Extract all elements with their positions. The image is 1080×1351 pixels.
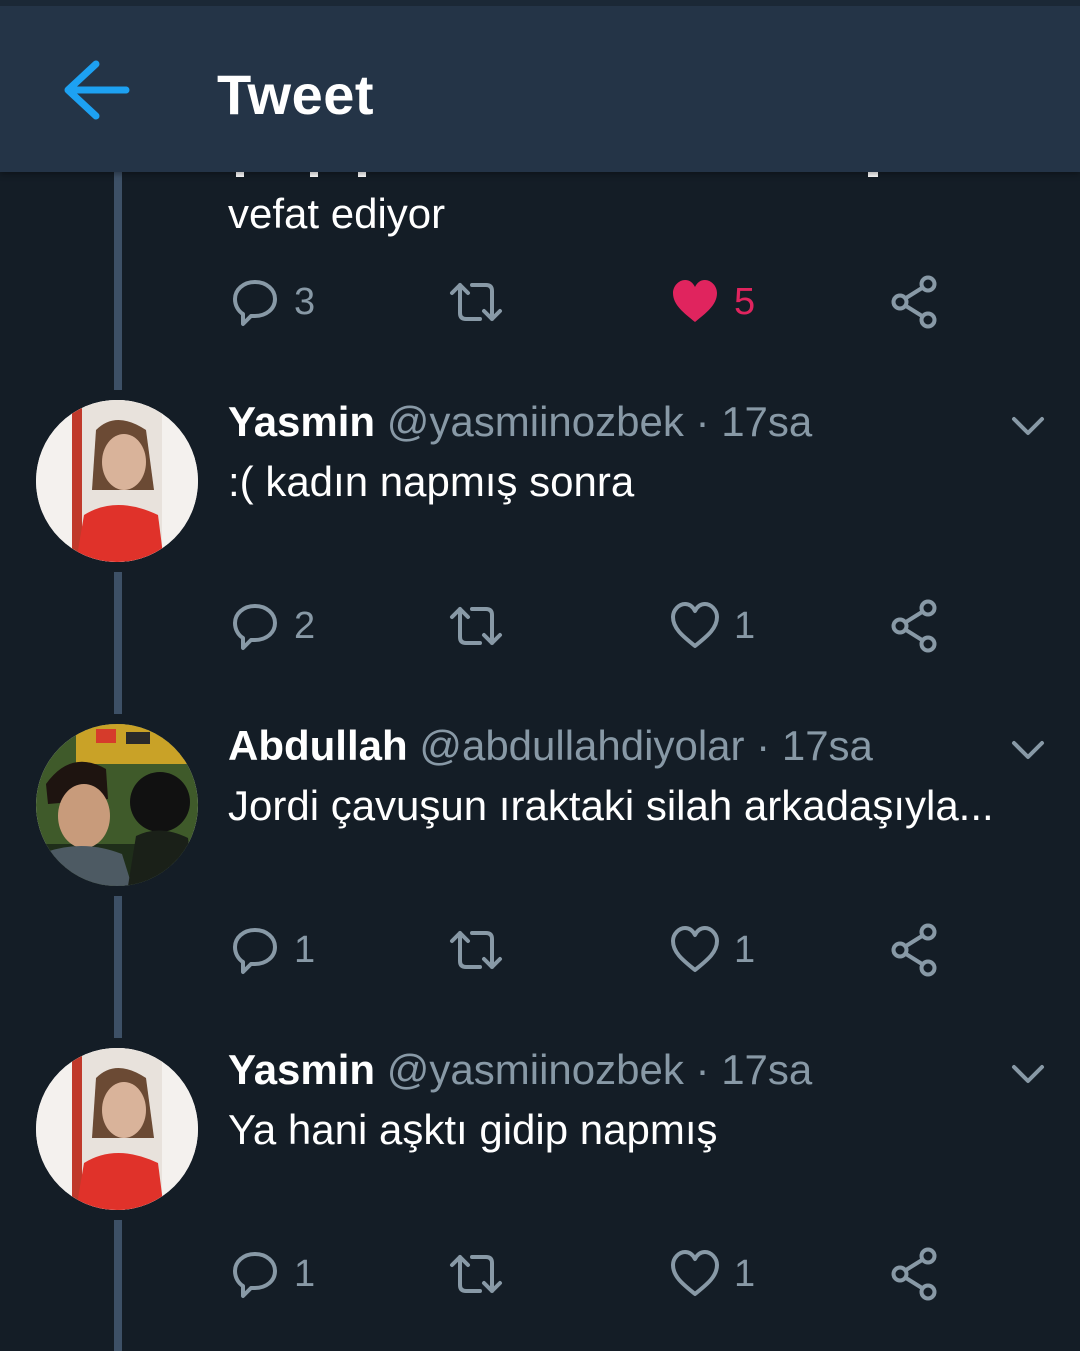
like-button[interactable]: 1 [670, 920, 755, 980]
display-name[interactable]: Yasmin [228, 398, 375, 445]
heart-outline-icon [671, 926, 719, 972]
tweet-text: Ya hani aşktı gidip napmış [228, 1106, 718, 1153]
like-count: 1 [734, 928, 756, 971]
thread-line [114, 572, 122, 714]
retweet-icon [450, 1255, 502, 1293]
separator-dot: · [695, 398, 710, 445]
like-count: 5 [734, 280, 756, 323]
tweet-text: vefat ediyor [228, 190, 446, 237]
username[interactable]: @yasmiinozbek [387, 1046, 684, 1093]
separator-dot: · [756, 722, 771, 769]
tweet-text: Jordi çavuşun ıraktaki silah arkadaşıyla… [228, 782, 994, 829]
reply-icon [233, 280, 277, 326]
heart-outline-icon [671, 602, 719, 648]
tweet-text: :( kadın napmış sonra [228, 458, 635, 505]
timestamp: 17sa [721, 1046, 813, 1093]
retweet-button[interactable] [446, 272, 506, 332]
reply-count: 2 [294, 604, 316, 647]
retweet-button[interactable] [446, 596, 506, 656]
timestamp: 17sa [781, 722, 873, 769]
timestamp: 17sa [721, 398, 813, 445]
chevron-down-icon[interactable] [1008, 411, 1048, 441]
like-button[interactable]: 1 [670, 1244, 755, 1304]
heart-outline-icon [671, 1250, 719, 1296]
reply-count: 3 [294, 280, 316, 323]
avatar[interactable] [36, 1048, 198, 1210]
avatar[interactable] [36, 724, 198, 886]
reply-icon [233, 604, 277, 650]
thread-line [114, 1220, 122, 1351]
chevron-down-icon[interactable] [1008, 735, 1048, 765]
reply-count: 1 [294, 928, 316, 971]
page-title: Tweet [217, 63, 375, 126]
avatar[interactable] [36, 400, 198, 562]
share-icon [891, 1247, 937, 1301]
reply-button[interactable]: 2 [230, 596, 315, 656]
username[interactable]: @abdullahdiyolar [419, 722, 744, 769]
reply-button[interactable]: 3 [230, 272, 315, 332]
reply-icon [233, 1252, 277, 1298]
back-arrow-icon[interactable] [56, 56, 136, 136]
share-button[interactable] [890, 596, 940, 656]
separator-dot: · [695, 1046, 710, 1093]
tweet-meta: Abdullah @abdullahdiyolar · 17sa [228, 722, 873, 770]
thread-line [114, 172, 122, 390]
like-count: 1 [734, 604, 756, 647]
heart-filled-icon [673, 280, 717, 322]
username[interactable]: @yasmiinozbek [387, 398, 684, 445]
display-name[interactable]: Abdullah [228, 722, 408, 769]
share-button[interactable] [890, 1244, 940, 1304]
display-name[interactable]: Yasmin [228, 1046, 375, 1093]
retweet-icon [450, 607, 502, 645]
share-button[interactable] [890, 272, 940, 332]
share-icon [891, 923, 937, 977]
retweet-icon [450, 283, 502, 321]
share-icon [891, 275, 937, 329]
retweet-button[interactable] [446, 1244, 506, 1304]
like-count: 1 [734, 1252, 756, 1295]
reply-icon [233, 928, 277, 974]
thread-line [114, 896, 122, 1038]
top-bar: Tweet [0, 0, 1080, 172]
tweet-meta: Yasmin @yasmiinozbek · 17sa [228, 1046, 812, 1094]
chevron-down-icon[interactable] [1008, 1059, 1048, 1089]
tweet-meta: Yasmin @yasmiinozbek · 17sa [228, 398, 812, 446]
retweet-button[interactable] [446, 920, 506, 980]
reply-count: 1 [294, 1252, 316, 1295]
like-button[interactable]: 5 [670, 272, 755, 332]
share-icon [891, 599, 937, 653]
reply-button[interactable]: 1 [230, 920, 315, 980]
retweet-icon [450, 931, 502, 969]
reply-button[interactable]: 1 [230, 1244, 315, 1304]
share-button[interactable] [890, 920, 940, 980]
like-button[interactable]: 1 [670, 596, 755, 656]
